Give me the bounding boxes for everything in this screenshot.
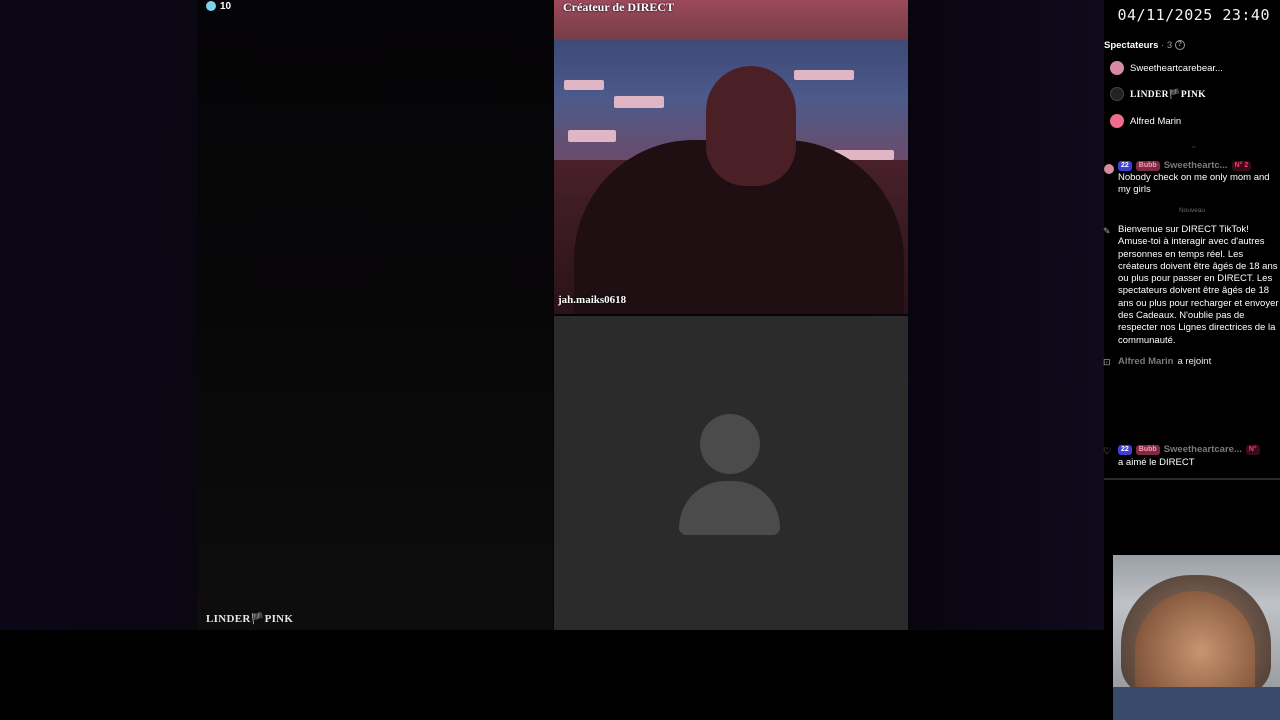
rank-badge: N° 2 — [1231, 161, 1252, 172]
boat-shape — [568, 130, 616, 142]
spectator-name: LINDER🏴PINK — [1130, 89, 1206, 100]
spectators-header[interactable]: Spectateurs · 3 ? — [1104, 40, 1185, 51]
new-messages-divider: Nouveau — [1178, 207, 1206, 214]
chevron-down-icon[interactable]: ⌄ — [1190, 140, 1198, 151]
avatar — [1110, 87, 1124, 101]
chat-username[interactable]: Sweetheartcare... — [1164, 444, 1242, 456]
boat-shape — [614, 96, 664, 108]
fan-badge: Bubb — [1135, 161, 1160, 172]
sidebar-divider — [1104, 478, 1280, 480]
viewer-count: 10 — [206, 0, 231, 12]
fan-badge: Bubb — [1135, 445, 1160, 456]
chat-username[interactable]: Sweetheartc... — [1164, 160, 1228, 172]
spectator-name: Alfred Marin — [1130, 115, 1182, 127]
host-name-label: LINDER🏴PINK — [206, 613, 294, 625]
boat-shape — [794, 70, 854, 80]
avatar — [1110, 61, 1124, 75]
rank-badge: N° — [1245, 445, 1260, 456]
creator-label: Créateur de DIRECT — [563, 0, 675, 14]
placeholder-avatar-icon — [700, 414, 760, 474]
boat-shape — [564, 80, 604, 90]
help-icon[interactable]: ? — [1174, 40, 1185, 51]
chat-meta: 22 Bubb Sweetheartc... N° 2 — [1118, 160, 1252, 172]
level-badge: 22 — [1118, 161, 1132, 172]
guest-figure-head — [706, 66, 796, 186]
datetime-overlay: 04/11/2025 23:40 — [1117, 6, 1270, 24]
streamer-webcam — [1113, 555, 1280, 720]
join-message: Alfred Marin a rejoint — [1104, 356, 1280, 370]
avatar — [1104, 164, 1114, 174]
chat-message: 22 Bubb Sweetheartcare... N° a aimé le D… — [1104, 444, 1280, 472]
spectators-label: Spectateurs — [1104, 40, 1159, 51]
spectator-item[interactable]: Sweetheartcarebear... — [1110, 60, 1223, 76]
webcam-figure-shirt — [1113, 687, 1280, 720]
chat-text: a aimé le DIRECT — [1118, 457, 1195, 468]
guest-username: jah.maiks0618 — [558, 294, 627, 306]
system-message: Bienvenue sur DIRECT TikTok! Amuse-toi à… — [1104, 224, 1280, 348]
chat-message: 22 Bubb Sweetheartc... N° 2 Nobody check… — [1104, 160, 1280, 200]
spectator-item[interactable]: Alfred Marin — [1110, 113, 1181, 129]
guest-video-top[interactable] — [554, 0, 908, 314]
spectator-name: Sweetheartcarebear... — [1130, 62, 1223, 74]
avatar — [1110, 114, 1124, 128]
spectators-count: · 3 — [1161, 40, 1173, 51]
chat-username[interactable]: Alfred Marin — [1118, 356, 1173, 368]
join-action: a rejoint — [1177, 356, 1212, 367]
chat-meta: 22 Bubb Sweetheartcare... N° — [1118, 444, 1260, 456]
level-badge: 22 — [1118, 445, 1132, 456]
viewer-count-value: 10 — [220, 0, 232, 12]
spectator-item[interactable]: LINDER🏴PINK — [1110, 86, 1206, 102]
join-meta: Alfred Marin a rejoint — [1118, 356, 1211, 368]
system-text: Bienvenue sur DIRECT TikTok! Amuse-toi à… — [1118, 224, 1279, 346]
chat-text: Nobody check on me only mom and my girls — [1118, 172, 1270, 196]
host-video-pane — [197, 0, 553, 630]
viewer-icon — [206, 1, 216, 11]
